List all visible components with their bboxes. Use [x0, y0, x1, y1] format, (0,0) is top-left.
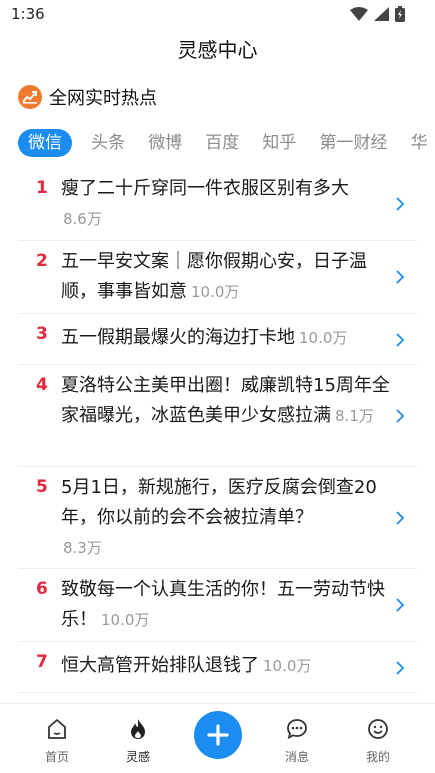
- nav-inspiration[interactable]: 灵感: [108, 718, 168, 765]
- item-title: 瘦了二十斤穿同一件衣服区别有多大: [61, 178, 349, 199]
- section-title: 全网实时热点: [49, 88, 157, 109]
- tab-weixin[interactable]: 微信: [18, 129, 72, 157]
- tab-baidu[interactable]: 百度: [205, 129, 239, 157]
- add-button[interactable]: [194, 711, 242, 759]
- bottom-nav: 首页 灵感 消息 我的: [0, 703, 435, 773]
- heat-count: 8.3万: [63, 539, 102, 557]
- rank-number: 4: [36, 375, 48, 395]
- item-title: 恒大高管开始排队退钱了: [61, 655, 259, 676]
- tab-yicai[interactable]: 第一财经: [319, 129, 387, 157]
- chevron-right-icon: [396, 333, 405, 347]
- nav-home[interactable]: 首页: [27, 718, 87, 765]
- item-title: 5月1日，新规施行，医疗反腐会倒查20年，你以前的会不会被拉清单？: [61, 477, 377, 528]
- nav-messages-label: 消息: [284, 750, 309, 764]
- heat-count: 10.0万: [101, 611, 150, 629]
- message-icon: [287, 719, 307, 740]
- list-item[interactable]: 6 致敬每一个认真生活的你！五一劳动节快乐！ 10.0万: [0, 569, 435, 641]
- chevron-right-icon: [396, 270, 405, 284]
- tab-zhihu[interactable]: 知乎: [262, 129, 296, 157]
- source-tabs: 微信 头条 微博 百度 知乎 第一财经 华: [18, 129, 435, 159]
- chevron-right-icon: [396, 197, 405, 211]
- heat-count: 10.0万: [263, 657, 312, 675]
- list-item[interactable]: 5 5月1日，新规施行，医疗反腐会倒查20年，你以前的会不会被拉清单？ 8.3万: [0, 467, 435, 567]
- rank-number: 5: [36, 477, 48, 497]
- tab-partial[interactable]: 华: [411, 129, 428, 157]
- battery-icon: [395, 6, 405, 22]
- status-bar: 1:36: [0, 0, 435, 32]
- heat-count: 10.0万: [299, 329, 348, 347]
- flame-icon: [131, 719, 145, 739]
- tab-toutiao[interactable]: 头条: [91, 129, 125, 157]
- chevron-right-icon: [396, 661, 405, 675]
- home-icon: [48, 719, 66, 739]
- nav-home-label: 首页: [44, 750, 69, 764]
- page-title: 灵感中心: [177, 38, 258, 62]
- heat-count: 8.1万: [335, 407, 374, 425]
- status-time: 1:36: [11, 5, 45, 23]
- nav-inspiration-label: 灵感: [125, 750, 150, 764]
- rank-number: 6: [36, 579, 48, 599]
- wifi-icon: [350, 7, 368, 21]
- list-item[interactable]: 4 夏洛特公主美甲出圈！威廉凯特15周年全家福曝光，冰蓝色美甲少女感拉满 8.1万: [0, 365, 435, 465]
- list-item[interactable]: 3 五一假期最爆火的海边打卡地 10.0万: [0, 314, 435, 364]
- list-item[interactable]: 7 恒大高管开始排队退钱了 10.0万: [0, 642, 435, 692]
- plus-icon: [207, 724, 229, 746]
- rank-number: 1: [36, 178, 48, 198]
- item-title: 五一假期最爆火的海边打卡地: [61, 327, 295, 348]
- list-item[interactable]: 1 瘦了二十斤穿同一件衣服区别有多大 8.6万: [0, 168, 435, 240]
- heat-count: 8.6万: [63, 210, 102, 228]
- smile-icon: [368, 719, 388, 739]
- status-icons: [350, 6, 405, 22]
- chevron-right-icon: [396, 598, 405, 612]
- section-header: 全网实时热点: [18, 84, 157, 110]
- chevron-right-icon: [396, 409, 405, 423]
- heat-count: 10.0万: [191, 283, 240, 301]
- trending-chart-icon: [18, 85, 42, 109]
- tab-weibo[interactable]: 微博: [148, 129, 182, 157]
- nav-messages[interactable]: 消息: [267, 718, 327, 765]
- chevron-right-icon: [396, 511, 405, 525]
- signal-icon: [374, 7, 389, 21]
- nav-mine[interactable]: 我的: [348, 718, 408, 765]
- list-item[interactable]: 2 五一早安文案｜愿你假期心安，日子温顺，事事皆如意 10.0万: [0, 241, 435, 313]
- rank-number: 2: [36, 251, 48, 271]
- rank-number: 7: [36, 652, 48, 672]
- nav-mine-label: 我的: [365, 750, 390, 764]
- rank-number: 3: [36, 324, 48, 344]
- divider: [18, 692, 417, 693]
